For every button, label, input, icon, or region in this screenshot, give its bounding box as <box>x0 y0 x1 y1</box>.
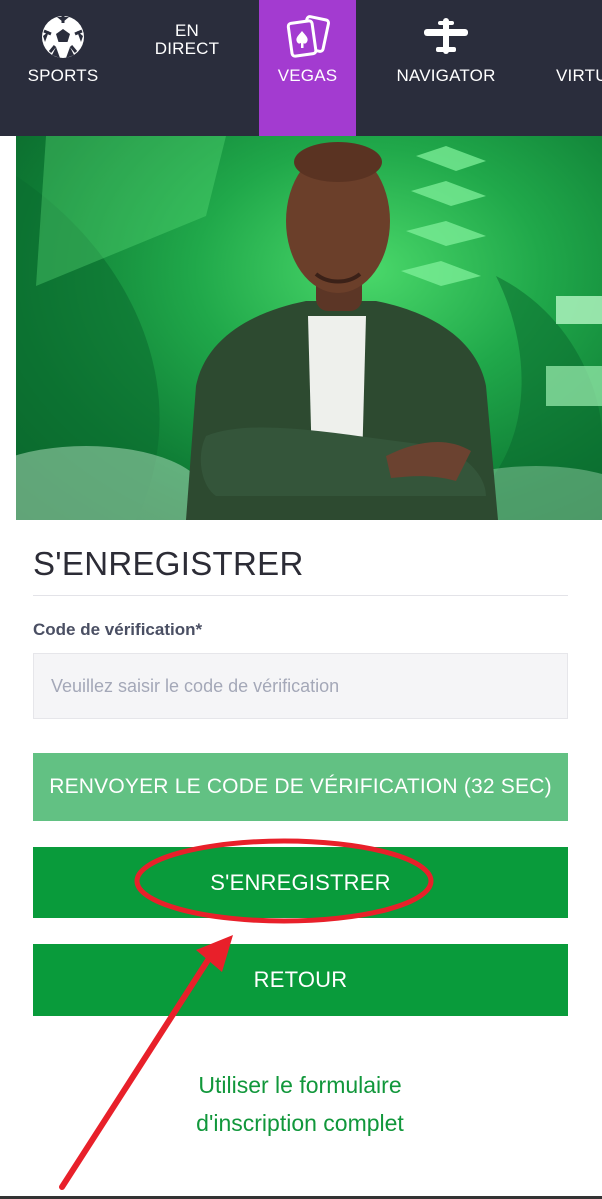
title-divider <box>33 595 568 596</box>
nav-label-sports: SPORTS <box>27 66 99 85</box>
soccer-ball-icon <box>40 14 86 65</box>
page-title: S'ENREGISTRER <box>33 545 304 582</box>
nav-label-navigator: NAVIGATOR <box>396 66 496 85</box>
full-registration-form-link[interactable]: Utiliser le formulaire d'inscription com… <box>150 1066 450 1142</box>
airplane-icon <box>424 18 468 59</box>
verification-code-input[interactable] <box>33 653 568 719</box>
back-button[interactable]: RETOUR <box>33 944 568 1016</box>
nav-label-en-direct: EN DIRECT <box>154 21 220 58</box>
hero-illustration <box>16 136 602 520</box>
hero-banner <box>16 136 602 520</box>
playing-cards-icon <box>284 14 332 63</box>
nav-item-sports[interactable]: SPORTS <box>14 0 112 136</box>
top-navigation: SPORTS EN DIRECT VEGAS NAVIGATOR VIRTU <box>0 0 602 136</box>
nav-item-navigator[interactable]: NAVIGATOR <box>386 0 506 136</box>
nav-label-vegas: VEGAS <box>277 66 338 85</box>
nav-item-en-direct[interactable]: EN DIRECT <box>138 0 236 136</box>
nav-label-virtual: VIRTU <box>556 66 602 85</box>
register-button[interactable]: S'ENREGISTRER <box>33 847 568 918</box>
nav-item-virtual[interactable]: VIRTU <box>552 0 602 136</box>
nav-item-vegas[interactable]: VEGAS <box>259 0 356 136</box>
resend-code-button[interactable]: RENVOYER LE CODE DE VÉRIFICATION (32 SEC… <box>33 753 568 821</box>
verification-code-label: Code de vérification* <box>33 620 203 639</box>
